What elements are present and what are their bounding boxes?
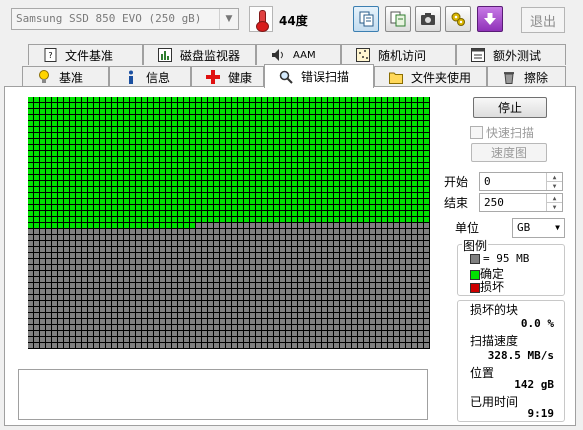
tab-label: 文件基准 — [65, 48, 114, 63]
quick-scan-checkbox[interactable]: 快速扫描 — [470, 124, 534, 141]
checkbox-box[interactable] — [470, 126, 483, 139]
copy-image-button[interactable] — [385, 6, 411, 32]
exit-button[interactable]: 退出 — [521, 7, 565, 33]
tab-label: 错误扫描 — [301, 70, 350, 84]
tab-label: 擦除 — [524, 70, 549, 85]
tab-label: 健康 — [228, 70, 253, 85]
scan-speed-value: 328.5 MB/s — [487, 349, 554, 362]
tab-label: 基准 — [59, 70, 84, 85]
spin-down-icon[interactable]: ▼ — [546, 203, 562, 211]
tab-health[interactable]: 健康 — [191, 66, 264, 87]
damaged-blocks-label: 损坏的块 — [470, 303, 519, 317]
legend-red-swatch — [470, 282, 480, 293]
tab-folder-usage[interactable]: 文件夹使用 — [374, 66, 487, 87]
tab-error-scan[interactable]: 错误扫描 — [264, 64, 374, 88]
spin-down-icon[interactable]: ▼ — [546, 182, 562, 190]
start-spinbox[interactable]: 0 ▲ ▼ — [479, 172, 563, 191]
end-spinbox[interactable]: 250 ▲ ▼ — [479, 193, 563, 212]
unit-select[interactable]: GB ▼ — [512, 218, 565, 238]
tab-extra-tests[interactable]: 额外测试 — [456, 44, 566, 65]
chevron-down-icon[interactable]: ▼ — [555, 223, 560, 232]
tab-label: AAM — [293, 49, 316, 61]
scan-log-box — [18, 369, 428, 420]
extra-tests-icon — [471, 48, 485, 62]
position-label: 位置 — [470, 366, 495, 380]
magnifier-icon — [279, 70, 293, 84]
legend-block-size: = 95 MB — [470, 252, 529, 265]
screenshot-button[interactable] — [415, 6, 441, 32]
save-button[interactable] — [477, 6, 503, 32]
speaker-icon — [271, 48, 285, 62]
tab-label: 磁盘监视器 — [180, 48, 241, 63]
tab-label: 文件夹使用 — [411, 70, 472, 85]
info-icon — [124, 70, 138, 84]
legend-gray-swatch — [470, 254, 480, 264]
copy-text-button[interactable] — [353, 6, 379, 32]
end-value: 250 — [484, 196, 504, 209]
start-label: 开始 — [444, 175, 469, 189]
spin-up-icon[interactable]: ▲ — [546, 173, 562, 182]
unit-value: GB — [517, 221, 531, 234]
random-access-icon — [356, 48, 370, 62]
tab-erase[interactable]: 擦除 — [487, 66, 566, 87]
trash-icon — [502, 70, 516, 84]
gears-icon — [451, 12, 465, 26]
legend-damaged: 损坏 — [470, 278, 504, 295]
tab-benchmark[interactable]: 基准 — [22, 66, 109, 87]
red-cross-icon — [206, 70, 220, 84]
tab-file-benchmark[interactable]: ? 文件基准 — [28, 44, 143, 65]
position-value: 142 gB — [514, 378, 554, 391]
document-icon: ? — [43, 48, 57, 62]
tab-aam[interactable]: AAM — [256, 44, 341, 65]
tab-random-access[interactable]: 随机访问 — [341, 44, 456, 65]
drive-select[interactable]: Samsung SSD 850 EVO (250 gB) ▼ — [11, 8, 239, 30]
temperature-value: 44度 — [279, 14, 308, 28]
unit-label: 单位 — [455, 221, 480, 235]
quick-scan-label: 快速扫描 — [486, 126, 535, 140]
svg-text:?: ? — [48, 51, 52, 60]
options-button[interactable] — [445, 6, 471, 32]
chevron-down-icon[interactable]: ▼ — [219, 9, 238, 29]
tab-disk-monitor[interactable]: 磁盘监视器 — [143, 44, 256, 65]
damaged-blocks-value: 0.0 % — [520, 317, 554, 330]
start-value: 0 — [484, 175, 491, 188]
scan-speed-label: 扫描速度 — [470, 334, 519, 348]
copy-text-icon — [359, 11, 374, 27]
thermometer-icon — [249, 6, 273, 32]
elapsed-time-label: 已用时间 — [470, 395, 519, 409]
camera-icon — [421, 13, 435, 25]
monitor-chart-icon — [158, 48, 172, 62]
drive-select-value: Samsung SSD 850 EVO (250 gB) — [16, 12, 202, 25]
tab-info[interactable]: 信息 — [109, 66, 191, 87]
scan-block-map — [28, 97, 430, 349]
speed-map-button[interactable]: 速度图 — [471, 143, 547, 162]
arrow-down-icon — [484, 13, 496, 25]
folder-icon — [389, 70, 403, 84]
tab-label: 额外测试 — [493, 48, 542, 63]
stop-button[interactable]: 停止 — [473, 97, 547, 118]
elapsed-time-value: 9:19 — [527, 407, 555, 420]
tab-label: 信息 — [146, 70, 171, 85]
end-label: 结束 — [444, 196, 469, 210]
tab-label: 随机访问 — [378, 48, 427, 63]
scan-block — [424, 343, 430, 349]
spin-up-icon[interactable]: ▲ — [546, 194, 562, 203]
lightbulb-icon — [37, 70, 51, 84]
copy-image-icon — [390, 11, 406, 27]
